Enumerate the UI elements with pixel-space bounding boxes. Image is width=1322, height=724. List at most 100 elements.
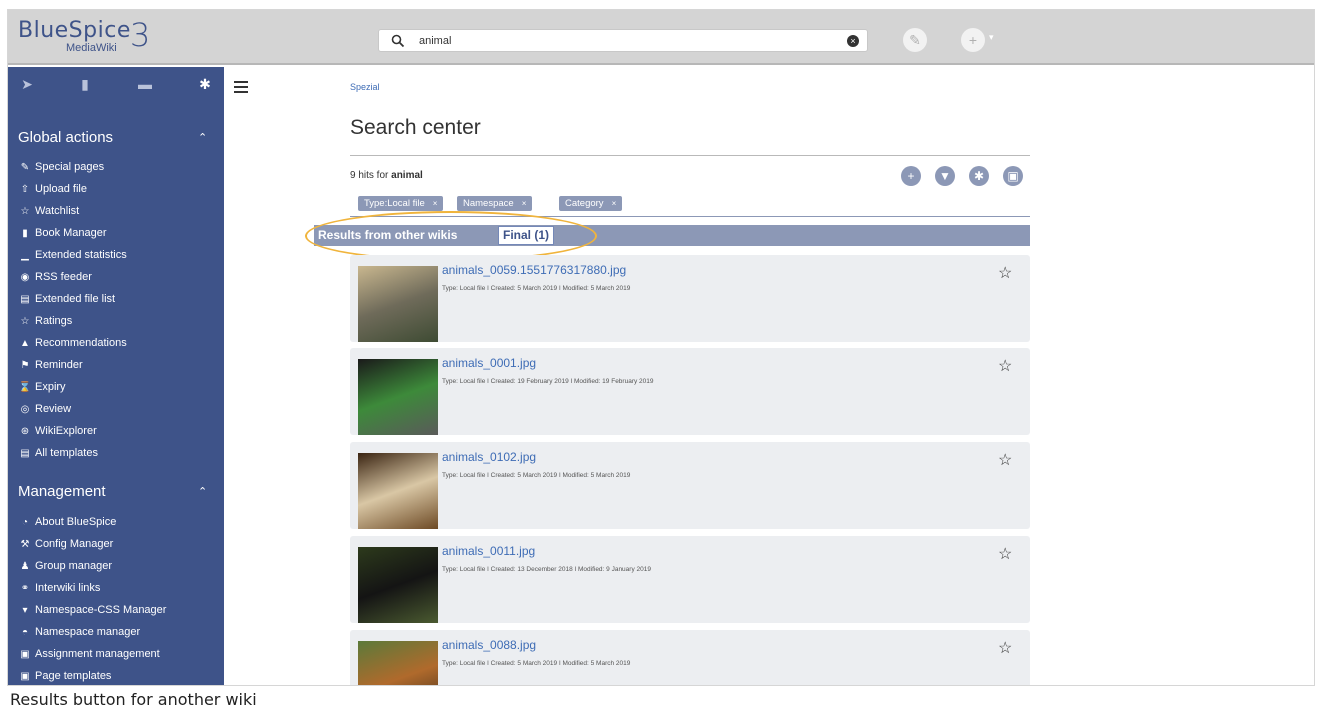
filter-icon[interactable]: ▼	[935, 166, 955, 186]
paint-roller-icon: ▾	[22, 605, 28, 616]
book-icon: ▮	[22, 228, 28, 239]
sidebar-item-config-manager[interactable]: ⚒ Config Manager	[18, 538, 114, 558]
sidebar-item-expiry[interactable]: ⌛ Expiry	[18, 381, 66, 401]
filter-chip-type[interactable]: Type:Local file ×	[358, 196, 444, 211]
sidebar-item-review[interactable]: ◎ Review	[18, 403, 71, 423]
template-icon: ▤	[20, 448, 30, 459]
page-title: Search center	[350, 116, 481, 139]
result-meta: Type: Local file ǀ Created: 19 February …	[442, 378, 654, 385]
figure-caption: Results button for another wiki	[10, 690, 257, 709]
sidebar-item-assignment-management[interactable]: ▣ Assignment management	[18, 648, 159, 668]
remove-filter-icon[interactable]: ×	[522, 199, 527, 208]
collapse-global-actions-icon[interactable]: ⌃	[198, 131, 207, 144]
sidebar-item-recommendations[interactable]: ▲ Recommendations	[18, 337, 127, 357]
filter-chip-category[interactable]: Category ×	[559, 196, 623, 211]
eye-icon: ◎	[20, 404, 30, 415]
sidebar-item-upload-file[interactable]: ⇧ Upload file	[18, 183, 87, 203]
sidebar-item-ratings[interactable]: ☆ Ratings	[18, 315, 73, 335]
screenshot-frame: BlueSpice MediaWiki 3 × ✎ + ▾ ➤ ▮ ▬ ✱ Gl…	[7, 9, 1315, 686]
clear-search-icon[interactable]: ×	[847, 35, 859, 47]
upload-icon: ⇧	[20, 184, 30, 195]
result-title-link[interactable]: animals_0102.jpg	[442, 450, 536, 464]
result-thumbnail[interactable]	[358, 453, 438, 529]
search-box[interactable]: ×	[378, 29, 868, 52]
remove-filter-icon[interactable]: ×	[433, 199, 438, 208]
sidebar: ➤ ▮ ▬ ✱ Global actions ⌃ ✎ Special pages …	[8, 67, 224, 685]
checklist-icon: ▣	[20, 671, 30, 682]
result-title-link[interactable]: animals_0088.jpg	[442, 638, 536, 652]
add-filter-icon[interactable]: +	[901, 166, 921, 186]
logo-version: 3	[130, 16, 151, 54]
assignment-icon: ▣	[20, 649, 30, 660]
settings-icon[interactable]: ✱	[969, 166, 989, 186]
result-title-link[interactable]: animals_0001.jpg	[442, 356, 536, 370]
sidebar-item-about-bluespice[interactable]: ◔ About BlueSpice	[18, 516, 116, 536]
wand-icon: ✎	[20, 162, 30, 173]
hit-count: 9 hits for animal	[350, 170, 423, 181]
sidebar-item-rss-feeder[interactable]: ◉ RSS feeder	[18, 271, 92, 291]
result-card[interactable]: animals_0059.1551776317880.jpg Type: Loca…	[350, 255, 1030, 342]
sidebar-item-page-templates[interactable]: ▣ Page templates	[18, 670, 111, 685]
star-icon[interactable]: ☆	[998, 263, 1012, 283]
sidebar-item-watchlist[interactable]: ☆ Watchlist	[18, 205, 80, 225]
sidebar-item-namespace-manager[interactable]: ◓ Namespace manager	[18, 626, 140, 646]
star-icon[interactable]: ☆	[998, 356, 1012, 376]
result-thumbnail[interactable]	[358, 641, 438, 685]
sidebar-item-interwiki-links[interactable]: ⚭ Interwiki links	[18, 582, 101, 602]
filter-chip-namespace[interactable]: Namespace ×	[457, 196, 533, 211]
sidebar-item-book-manager[interactable]: ▮ Book Manager	[18, 227, 106, 247]
remove-filter-icon[interactable]: ×	[612, 199, 617, 208]
sidebar-item-reminder[interactable]: ⚑ Reminder	[18, 359, 83, 379]
flag-icon: ⚑	[20, 360, 30, 371]
star-icon[interactable]: ☆	[998, 450, 1012, 470]
edit-icon[interactable]: ✎	[903, 28, 927, 52]
sidebar-item-namespace-css-manager[interactable]: ▾ Namespace-CSS Manager	[18, 604, 166, 624]
gear-tab-icon[interactable]: ✱	[196, 76, 214, 94]
sidebar-tabs: ➤ ▮ ▬ ✱	[8, 67, 224, 103]
result-title-link[interactable]: animals_0059.1551776317880.jpg	[442, 263, 626, 277]
star-icon: ☆	[20, 206, 30, 217]
users-icon: ♟	[20, 561, 30, 572]
navigation-tab-icon[interactable]: ➤	[18, 76, 36, 94]
book-tab-icon[interactable]: ▮	[76, 76, 94, 94]
search-input[interactable]	[419, 33, 839, 49]
result-card[interactable]: animals_0011.jpg Type: Local file ǀ Creat…	[350, 536, 1030, 623]
namespace-icon: ◓	[21, 627, 29, 638]
title-divider	[350, 155, 1030, 156]
result-card[interactable]: animals_0001.jpg Type: Local file ǀ Creat…	[350, 348, 1030, 435]
result-thumbnail[interactable]	[358, 547, 438, 623]
result-card[interactable]: animals_0102.jpg Type: Local file ǀ Creat…	[350, 442, 1030, 529]
highlight-annotation	[305, 211, 597, 261]
hourglass-icon: ⌛	[18, 382, 32, 393]
export-icon[interactable]: ▣	[1003, 166, 1023, 186]
collapse-management-icon[interactable]: ⌃	[198, 485, 207, 498]
result-meta: Type: Local file ǀ Created: 13 December …	[442, 566, 651, 573]
breadcrumb[interactable]: Spezial	[350, 82, 380, 92]
compass-icon: ⊛	[20, 426, 30, 437]
search-icon	[391, 34, 405, 48]
menu-icon[interactable]	[234, 81, 248, 93]
link-icon: ⚭	[20, 583, 30, 594]
section-management[interactable]: Management	[18, 483, 106, 500]
sidebar-item-special-pages[interactable]: ✎ Special pages	[18, 161, 104, 181]
sidebar-item-extended-statistics[interactable]: ▁ Extended statistics	[18, 249, 127, 269]
logo-text: BlueSpice	[18, 18, 131, 43]
result-thumbnail[interactable]	[358, 266, 438, 342]
star-icon[interactable]: ☆	[998, 544, 1012, 564]
chevron-down-icon[interactable]: ▾	[989, 32, 994, 43]
sidebar-item-group-manager[interactable]: ♟ Group manager	[18, 560, 113, 580]
star-icon[interactable]: ☆	[998, 638, 1012, 658]
clipboard-tab-icon[interactable]: ▬	[136, 76, 154, 94]
top-bar: BlueSpice MediaWiki 3 × ✎ + ▾	[8, 10, 1314, 65]
sidebar-item-all-templates[interactable]: ▤ All templates	[18, 447, 98, 467]
result-meta: Type: Local file ǀ Created: 5 March 2019…	[442, 285, 631, 292]
result-thumbnail[interactable]	[358, 359, 438, 435]
section-global-actions[interactable]: Global actions	[18, 129, 113, 146]
sidebar-item-extended-file-list[interactable]: ▤ Extended file list	[18, 293, 115, 313]
result-meta: Type: Local file ǀ Created: 5 March 2019…	[442, 660, 631, 667]
new-page-icon[interactable]: +	[961, 28, 985, 52]
result-card[interactable]: animals_0088.jpg Type: Local file ǀ Creat…	[350, 630, 1030, 685]
result-title-link[interactable]: animals_0011.jpg	[442, 544, 535, 558]
bluespice-logo[interactable]: BlueSpice MediaWiki 3	[18, 16, 158, 58]
sidebar-item-wikiexplorer[interactable]: ⊛ WikiExplorer	[18, 425, 97, 445]
